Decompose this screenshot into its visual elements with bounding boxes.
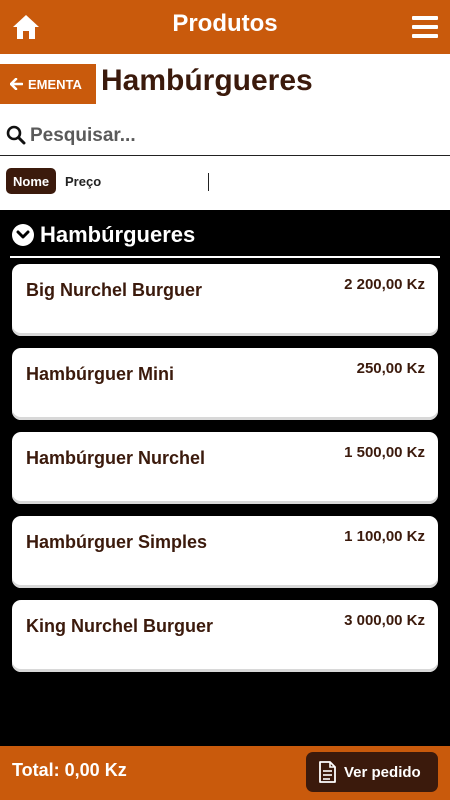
product-name: King Nurchel Burguer [26,616,214,636]
search-icon [6,125,26,145]
section-header[interactable]: Hambúrgueres [12,222,195,248]
order-total: Total: 0,00 Kz [12,760,127,780]
back-to-menu-button[interactable]: EMENTA [0,64,96,104]
back-button-label: EMENTA [28,76,82,92]
sort-by-price-button[interactable]: Preço [65,174,101,189]
app-title: Produtos [172,10,278,37]
product-item[interactable]: King Nurchel Burguer 3 000,00 Kz [12,600,438,672]
product-name: Hambúrguer Simples [26,532,208,552]
page-header: EMENTA Hambúrgueres Nome Preço [0,54,450,210]
footer-bar: Total: 0,00 Kz Ver pedido [0,746,450,800]
product-item[interactable]: Hambúrguer Mini 250,00 Kz [12,348,438,420]
view-order-label: Ver pedido [344,763,421,781]
product-name: Big Nurchel Burguer [26,280,203,300]
top-bar: Produtos [0,0,450,54]
chevron-down-circle-icon [12,224,34,246]
view-order-button[interactable]: Ver pedido [306,752,438,792]
sort-divider [208,173,209,191]
product-item[interactable]: Big Nurchel Burguer 2 200,00 Kz [12,264,438,336]
section-divider [10,256,440,258]
product-price: 1 100,00 Kz [344,528,425,545]
hamburger-menu-icon[interactable] [412,16,438,38]
product-item[interactable]: Hambúrguer Nurchel 1 500,00 Kz [12,432,438,504]
product-name: Hambúrguer Mini [26,364,175,384]
page-title: Hambúrgueres [101,64,313,97]
search-bar [0,116,450,156]
sort-by-name-button[interactable]: Nome [6,168,57,194]
search-input[interactable] [30,121,440,151]
product-name: Hambúrguer Nurchel [26,448,206,468]
sort-options: Nome Preço [0,164,450,200]
product-list: Big Nurchel Burguer 2 200,00 Kz Hambúrgu… [12,264,438,684]
arrow-left-icon [10,78,23,90]
section-title: Hambúrgueres [40,222,196,247]
product-price: 2 200,00 Kz [344,276,425,293]
product-item[interactable]: Hambúrguer Simples 1 100,00 Kz [12,516,438,588]
document-icon [319,761,336,783]
product-price: 1 500,00 Kz [344,444,425,461]
product-price: 3 000,00 Kz [344,612,425,629]
product-price: 250,00 Kz [356,360,425,377]
